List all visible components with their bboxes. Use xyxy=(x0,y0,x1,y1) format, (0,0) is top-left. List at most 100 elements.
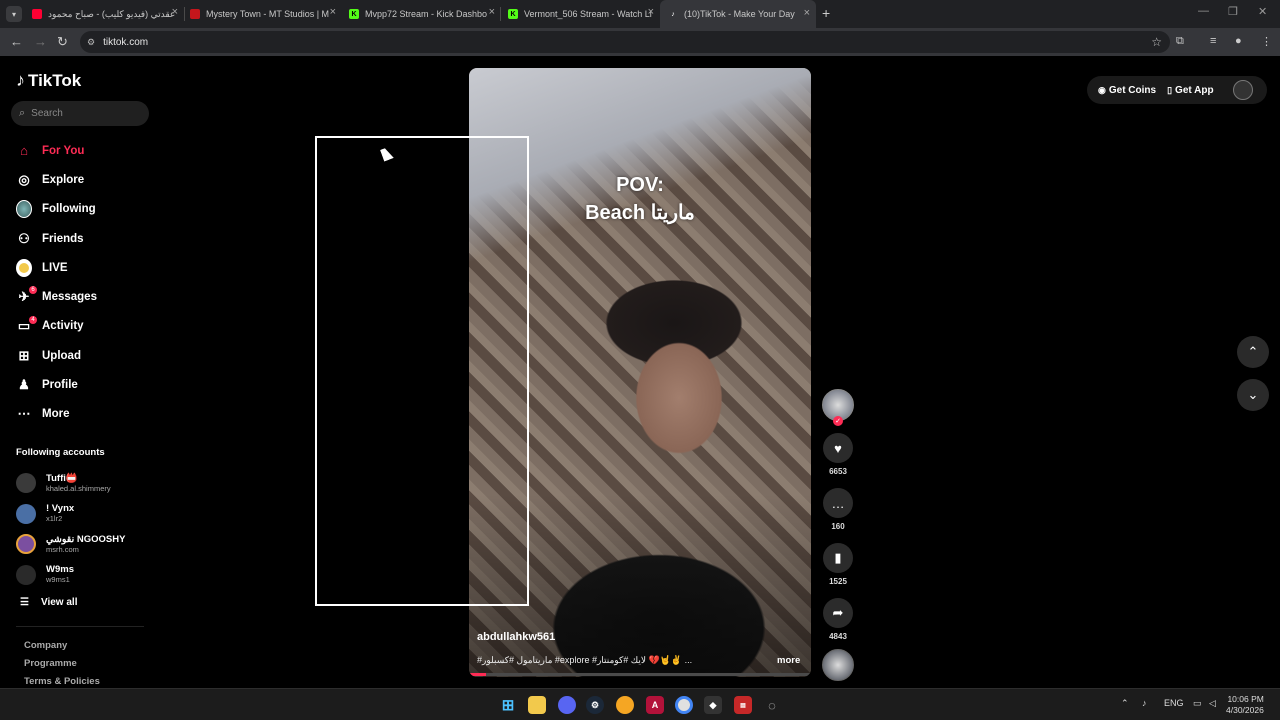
window-close-icon[interactable]: ✕ xyxy=(1258,5,1267,18)
tray-overflow-icon[interactable]: ⌃ xyxy=(1121,698,1129,709)
coin-icon: ◉ xyxy=(1098,84,1106,95)
app-icon[interactable]: ▤ xyxy=(734,696,752,714)
browser-tab[interactable]: Mystery Town - MT Studios | M × xyxy=(190,4,338,24)
footer-link-programme[interactable]: Programme xyxy=(24,658,100,676)
app-a-icon[interactable]: A xyxy=(646,696,664,714)
forward-icon[interactable]: → xyxy=(34,34,47,49)
app-icon[interactable] xyxy=(616,696,634,714)
tab-close-icon[interactable]: × xyxy=(172,6,178,18)
discord-icon[interactable] xyxy=(558,696,576,714)
upload-icon: ⊞ xyxy=(18,347,30,363)
tab-close-icon[interactable]: × xyxy=(804,7,810,19)
account-item[interactable]: نقوشي NGOOSHY msrh.com xyxy=(16,529,125,560)
language-indicator[interactable]: ENG xyxy=(1164,698,1184,708)
nav-item-upload[interactable]: ⊞ Upload xyxy=(16,341,97,370)
account-username: x1lr2 xyxy=(46,514,63,524)
share-icon[interactable]: ➦ xyxy=(823,598,853,628)
search-input[interactable] xyxy=(31,108,132,119)
browser-tab-active[interactable]: ♪ (10)TikTok - Make Your Day × xyxy=(660,0,816,28)
previous-video-button[interactable]: ⌃ xyxy=(1237,336,1269,368)
media-controls-icon[interactable]: ≡ xyxy=(1210,35,1216,47)
bookmark-star-icon[interactable]: ☆ xyxy=(1151,35,1162,49)
view-all-button[interactable]: ☰ View all xyxy=(20,597,77,608)
maximize-icon[interactable]: ❐ xyxy=(1228,5,1238,18)
comment-icon[interactable]: … xyxy=(823,488,853,518)
user-avatar[interactable] xyxy=(1233,80,1253,100)
taskbar-clock[interactable]: 10:06 PM 4/30/2026 xyxy=(1226,694,1264,716)
browser-tab[interactable]: K Mvpp72 Stream - Kick Dashbo × xyxy=(349,4,497,24)
youtube-favicon-icon xyxy=(32,9,42,19)
nav-item-more[interactable]: ⋯ More xyxy=(16,400,97,429)
activity-badge: 4 xyxy=(29,315,37,324)
following-accounts-title: Following accounts xyxy=(16,447,105,458)
tiktok-note-icon: ♪ xyxy=(16,70,25,90)
new-tab-button[interactable]: + xyxy=(822,5,830,21)
search-icon: ⌕ xyxy=(19,107,26,119)
reload-icon[interactable]: ↻ xyxy=(57,34,68,50)
file-explorer-icon[interactable] xyxy=(528,696,546,714)
nav-label: Upload xyxy=(42,349,81,362)
heart-icon[interactable]: ♥ xyxy=(823,433,853,463)
tab-title: Mvpp72 Stream - Kick Dashbo xyxy=(365,9,488,19)
next-video-button[interactable]: ⌄ xyxy=(1237,379,1269,411)
microphone-icon[interactable]: ♪ xyxy=(1142,698,1147,708)
browser-tab[interactable]: عقدتي (فيديو كليب) - صباح محمود × xyxy=(32,4,180,24)
nav-label: More xyxy=(42,408,70,421)
account-item[interactable]: Tuffi📛 khaled.al.shimmery xyxy=(16,468,125,499)
address-bar-row: ← → ↻ ⚙ tiktok.com ☆ ⧉ ≡ ● ⋮ xyxy=(0,28,1280,56)
extensions-icon[interactable]: ⧉ xyxy=(1176,35,1184,48)
browser-tab[interactable]: K Vermont_506 Stream - Watch Li × xyxy=(508,4,656,24)
get-coins-label: Get Coins xyxy=(1108,84,1157,96)
chrome-icon[interactable] xyxy=(675,696,693,714)
network-icon[interactable]: ▭ xyxy=(1193,698,1202,709)
nav-item-profile[interactable]: ♟ Profile xyxy=(16,370,97,399)
footer-link-company[interactable]: Company xyxy=(24,640,100,658)
profile-icon[interactable]: ● xyxy=(1235,35,1242,47)
nav-item-explore[interactable]: ◎ Explore xyxy=(16,165,97,194)
share-count: 4843 xyxy=(829,632,847,641)
omnibox[interactable]: ⚙ tiktok.com ☆ xyxy=(80,31,1170,53)
nav-item-following[interactable]: Following xyxy=(16,195,97,224)
steam-icon[interactable]: ⚙ xyxy=(586,696,604,714)
tab-close-icon[interactable]: × xyxy=(489,6,495,18)
compass-icon: ◎ xyxy=(18,171,30,187)
nav-item-live[interactable]: LIVE xyxy=(16,253,97,282)
nav-item-friends[interactable]: ⚇ Friends xyxy=(16,224,97,253)
get-coins-button[interactable]: ◉ Get Coins xyxy=(1098,85,1156,96)
volume-icon[interactable]: ◁ xyxy=(1209,698,1216,709)
menu-icon[interactable]: ⋮ xyxy=(1261,35,1272,48)
minimize-icon[interactable]: — xyxy=(1198,5,1209,17)
follow-plus-icon[interactable]: ✓ xyxy=(833,416,843,426)
music-disc-icon[interactable] xyxy=(822,649,854,681)
bookmark-icon[interactable]: ▮ xyxy=(823,543,853,573)
save-action[interactable]: ▮ 1525 xyxy=(822,543,854,586)
video-author[interactable]: abdullahkw561 xyxy=(477,631,555,643)
account-item[interactable]: W9ms w9ms1 xyxy=(16,560,125,591)
caption-more-button[interactable]: more xyxy=(777,655,800,666)
url-text[interactable]: tiktok.com xyxy=(103,37,148,48)
site-info-icon[interactable]: ⚙ xyxy=(87,37,95,48)
comment-action[interactable]: … 160 xyxy=(822,488,854,531)
tab-close-icon[interactable]: × xyxy=(330,6,336,18)
get-app-button[interactable]: ▯ Get App xyxy=(1167,85,1213,96)
app-icon[interactable]: ◆ xyxy=(704,696,722,714)
nav-item-for-you[interactable]: ⌂ For You xyxy=(16,136,97,165)
like-action[interactable]: ♥ 6653 xyxy=(822,433,854,476)
windows-start-icon[interactable]: ⊞ xyxy=(499,696,517,714)
account-item[interactable]: ! Vynx x1lr2 xyxy=(16,499,125,530)
share-action[interactable]: ➦ 4843 xyxy=(822,598,854,641)
clock-time: 10:06 PM xyxy=(1227,694,1264,704)
tab-close-icon[interactable]: × xyxy=(648,6,654,18)
action-rail: ✓ ♥ 6653 … 160 ▮ 1525 ➦ 4843 xyxy=(822,389,854,681)
tab-title: Mystery Town - MT Studios | M xyxy=(206,9,330,19)
nav-item-messages[interactable]: ✈ 6 Messages xyxy=(16,282,97,311)
back-icon[interactable]: ← xyxy=(10,34,23,49)
tiktok-logo[interactable]: ♪ TikTok xyxy=(16,70,81,91)
nav-item-activity[interactable]: ▭ 4 Activity xyxy=(16,312,97,341)
logo-text: TikTok xyxy=(28,70,82,90)
tab-search-icon[interactable]: ▾ xyxy=(6,6,22,22)
creator-avatar[interactable]: ✓ xyxy=(822,389,854,426)
app-icon[interactable]: ◌ xyxy=(763,696,781,714)
search-box[interactable]: ⌕ xyxy=(11,101,149,126)
video-progress-bar[interactable] xyxy=(469,673,811,676)
